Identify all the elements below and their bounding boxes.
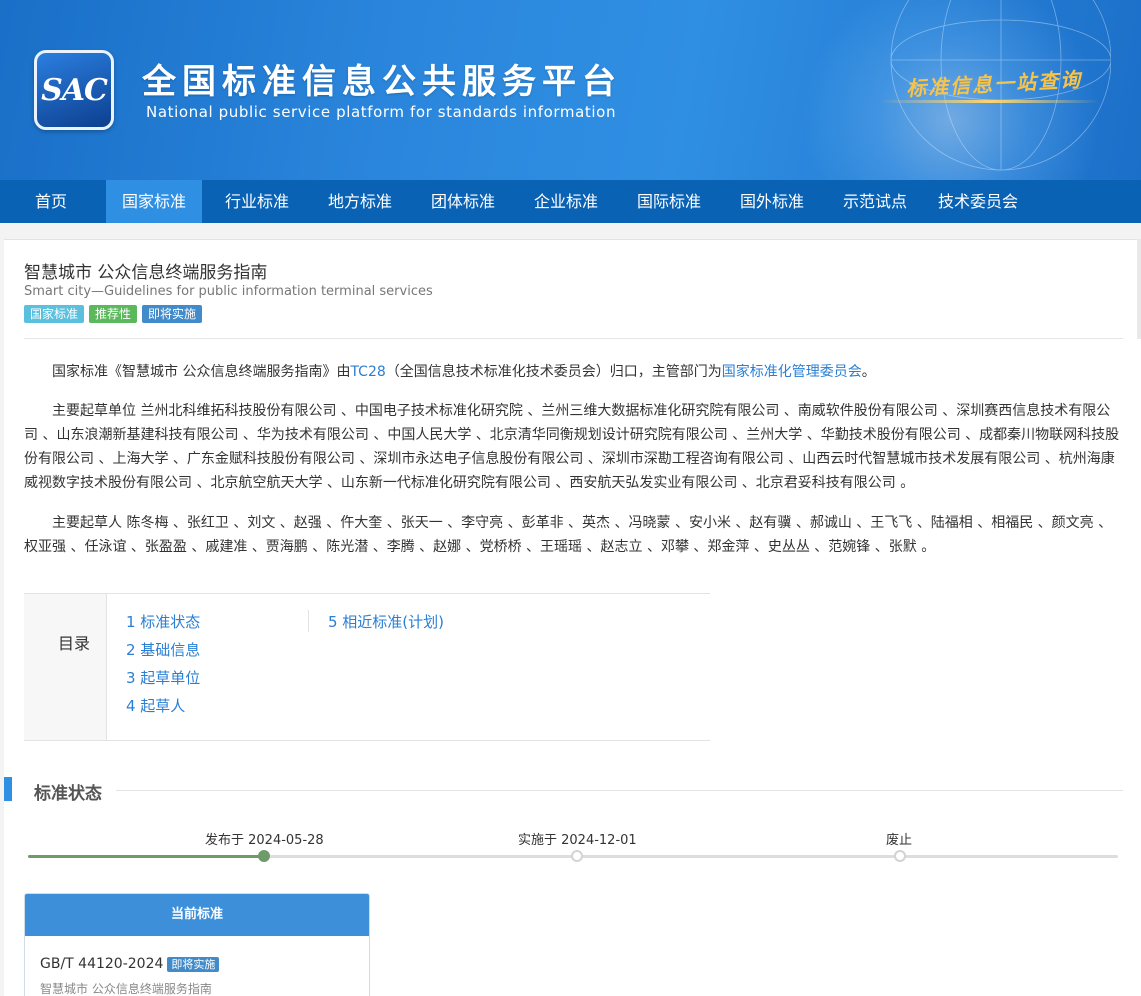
current-standard-box: 当前标准 GB/T 44120-2024 即将实施 智慧城市 公众信息终端服务指… [24,893,370,996]
section-accent-bar [4,777,12,801]
slogan-underline [880,100,1100,103]
standard-tags: 国家标准 推荐性 即将实施 [24,305,203,323]
nav-item-group-standard[interactable]: 团体标准 [416,180,510,223]
current-standard-header: 当前标准 [25,894,369,936]
drafters-paragraph: 主要起草人 陈冬梅 、张红卫 、刘文 、赵强 、仵大奎 、张天一 、李守亮 、彭… [24,515,1113,555]
tag-recommended: 推荐性 [89,305,138,323]
timeline-label-published: 发布于 2024-05-28 [205,833,324,848]
nav-item-industry-standard[interactable]: 行业标准 [210,180,304,223]
nav-item-national-standard[interactable]: 国家标准 [106,180,202,223]
current-standard-name: 智慧城市 公众信息终端服务指南 [40,982,212,996]
current-standard-code[interactable]: GB/T 44120-2024 [40,956,163,972]
main-nav: 首页 国家标准 行业标准 地方标准 团体标准 企业标准 国际标准 国外标准 示范… [0,180,1141,223]
divider [24,338,1123,339]
toc-column-1: 1 标准状态 2 基础信息 3 起草单位 4 起草人 [126,608,200,720]
intro-text: 国家标准《智慧城市 公众信息终端服务指南》由 [52,364,351,380]
dept-link[interactable]: 国家标准化管理委员会 [722,364,862,380]
timeline-label-abolished: 废止 [886,833,913,848]
current-standard-badge: 即将实施 [167,956,220,972]
drafting-units-paragraph: 主要起草单位 兰州北科维拓科技股份有限公司 、中国电子技术标准化研究院 、兰州三… [24,403,1120,491]
nav-item-tech-committee[interactable]: 技术委员会 [931,180,1025,223]
nav-item-international-standard[interactable]: 国际标准 [622,180,716,223]
section-title-status: 标准状态 [34,784,102,804]
tag-upcoming: 即将实施 [142,305,203,323]
scrollbar[interactable] [1137,239,1141,339]
toc-link-status[interactable]: 1 标准状态 [126,608,200,636]
current-standard-code-row: GB/T 44120-2024 即将实施 [40,956,220,972]
section-divider [116,790,1123,791]
nav-item-demo-pilot[interactable]: 示范试点 [828,180,922,223]
toc-side: 目录 [24,594,107,740]
timeline-dot-implemented [571,850,583,862]
toc-separator [308,610,309,632]
toc-link-basic-info[interactable]: 2 基础信息 [126,636,200,664]
toc-label: 目录 [58,634,91,653]
timeline-dot-abolished [894,850,906,862]
intro-text: 。 [861,364,876,380]
nav-item-enterprise-standard[interactable]: 企业标准 [519,180,613,223]
toc-column-2: 5 相近标准(计划) [328,608,444,636]
timeline-progress [28,855,264,858]
toc-link-drafting-units[interactable]: 3 起草单位 [126,664,200,692]
intro-paragraph: 国家标准《智慧城市 公众信息终端服务指南》由TC28（全国信息技术标准化技术委员… [24,360,1124,384]
site-subtitle: National public service platform for sta… [146,103,617,121]
toc-link-similar-standards[interactable]: 5 相近标准(计划) [328,608,444,636]
site-title: 全国标准信息公共服务平台 [142,62,622,102]
intro-text: （全国信息技术标准化技术委员会）归口，主管部门为 [385,364,722,380]
timeline-dot-published [258,850,270,862]
logo-text: SAC [41,72,108,108]
sac-logo[interactable]: SAC [34,50,114,130]
tc28-link[interactable]: TC28 [350,364,385,380]
standard-title-en: Smart city—Guidelines for public informa… [24,284,433,299]
standard-title: 智慧城市 公众信息终端服务指南 [24,263,268,283]
table-of-contents: 目录 1 标准状态 2 基础信息 3 起草单位 4 起草人 5 相近标准(计划) [24,593,710,741]
nav-item-foreign-standard[interactable]: 国外标准 [725,180,819,223]
header-banner: SAC 全国标准信息公共服务平台 National public service… [0,0,1141,180]
standard-detail-card: 智慧城市 公众信息终端服务指南 Smart city—Guidelines fo… [4,239,1141,996]
nav-item-home[interactable]: 首页 [16,180,86,223]
tag-national-standard: 国家标准 [24,305,85,323]
toc-link-drafters[interactable]: 4 起草人 [126,692,200,720]
timeline-label-implemented: 实施于 2024-12-01 [518,833,637,848]
nav-item-local-standard[interactable]: 地方标准 [313,180,407,223]
